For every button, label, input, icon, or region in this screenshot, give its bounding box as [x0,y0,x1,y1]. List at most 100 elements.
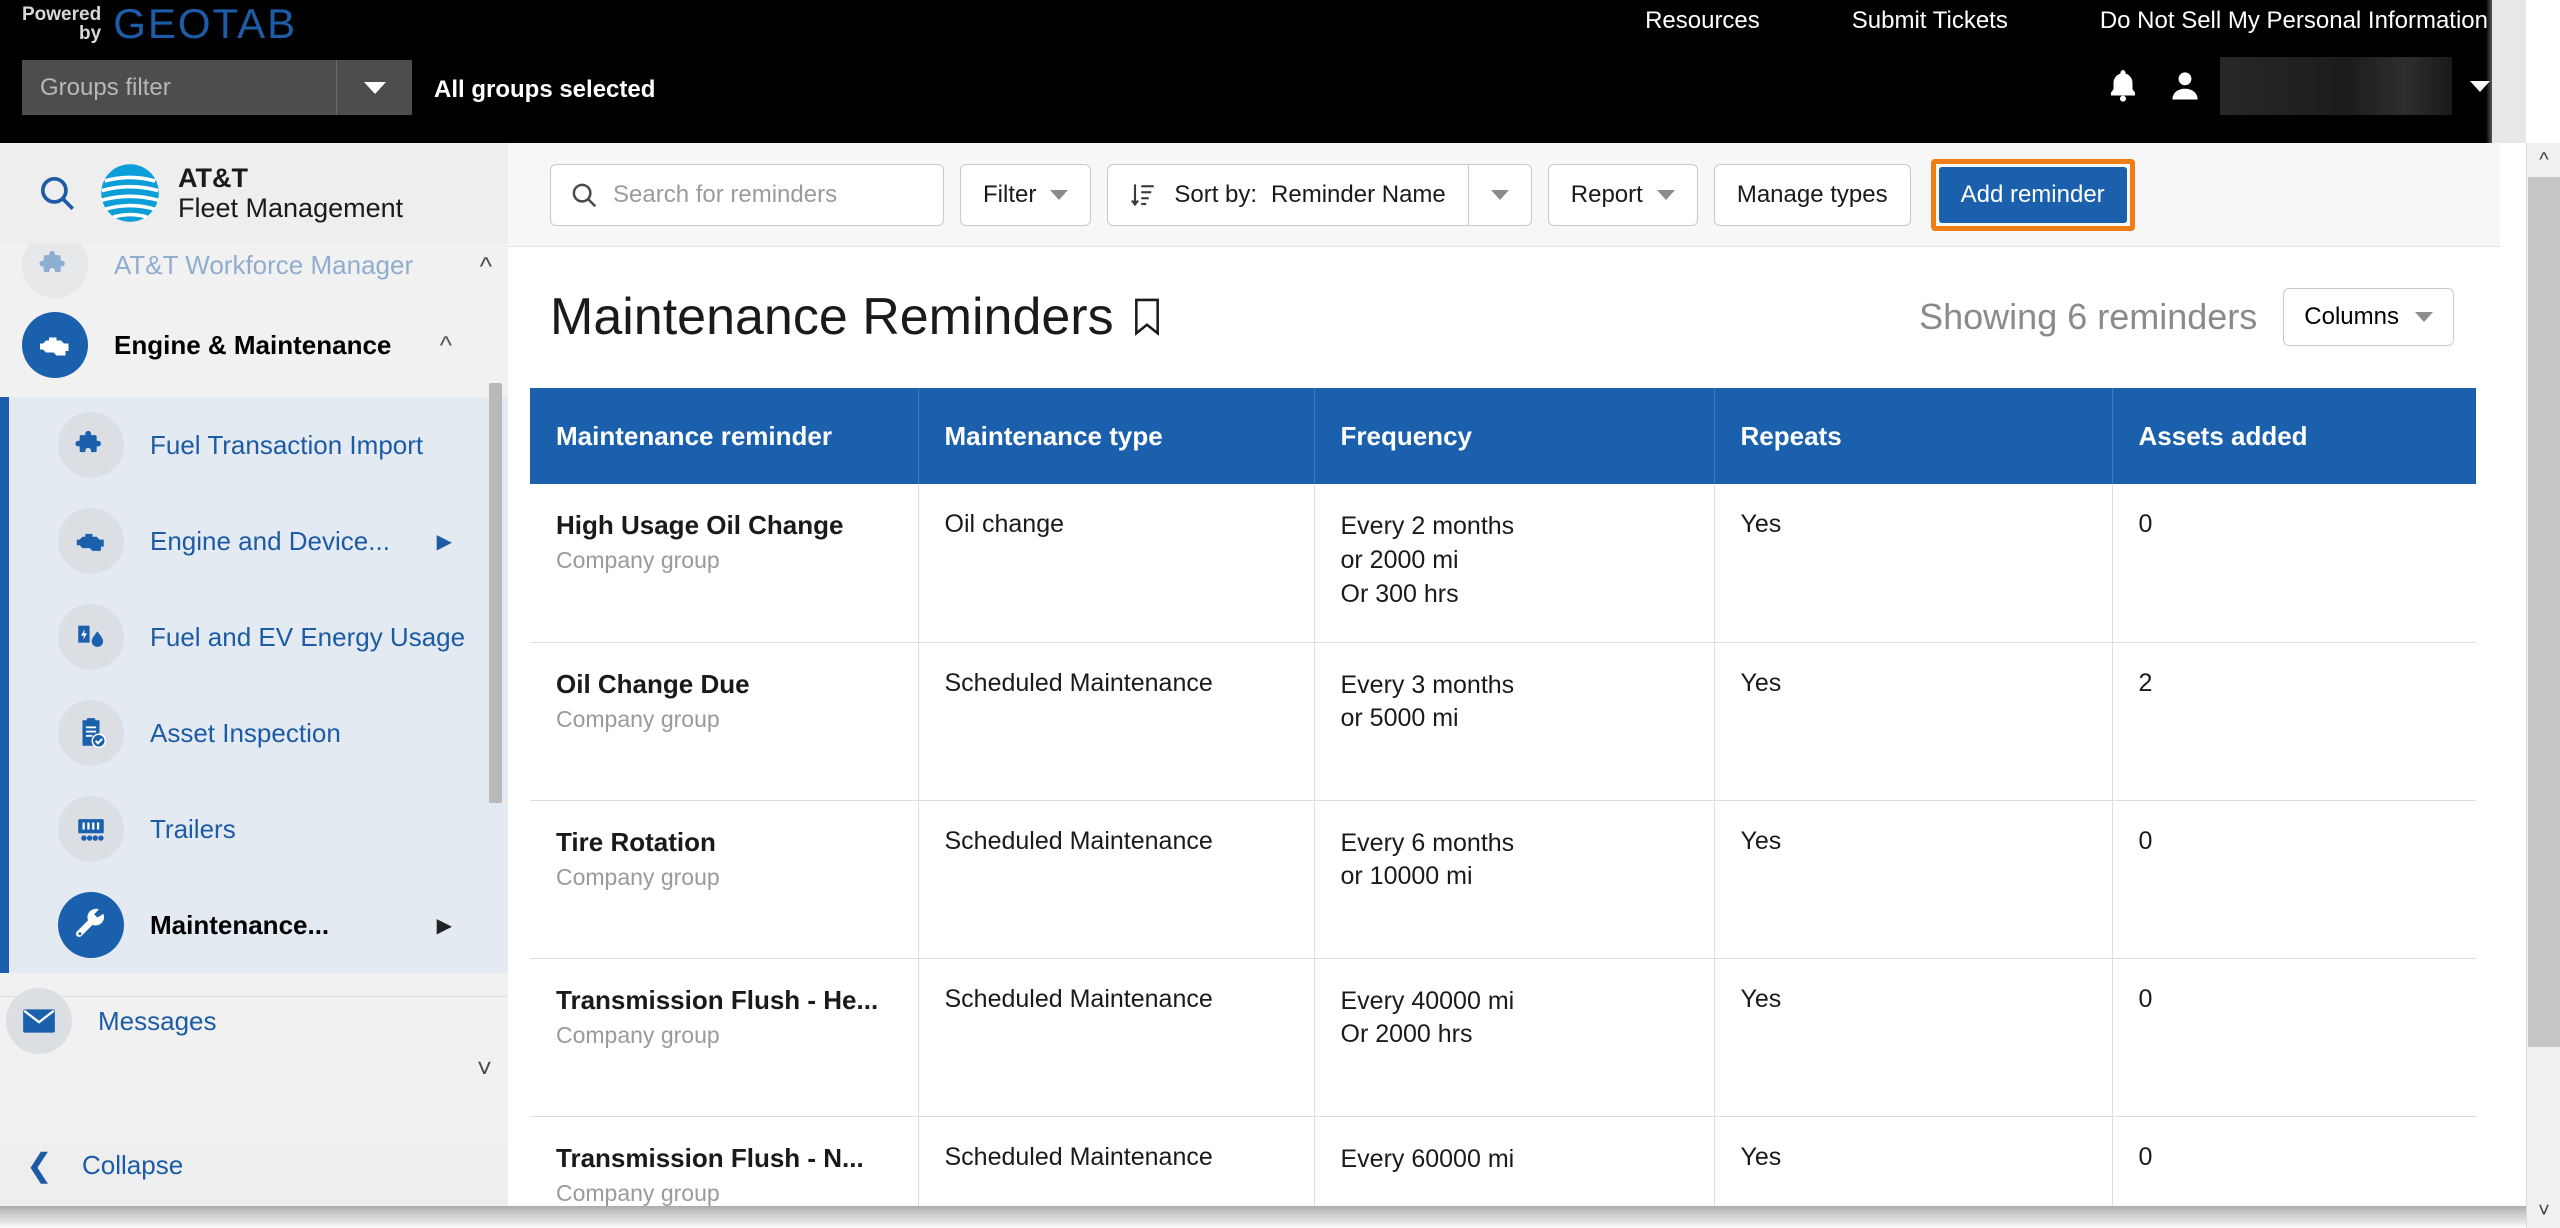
reminders-table: Maintenance reminder Maintenance type Fr… [530,388,2476,1228]
cell-reminder-name[interactable]: Tire Rotation Company group [530,800,919,959]
sort-by-button[interactable]: Sort by: Reminder Name [1107,163,1468,226]
puzzle-piece-icon [75,430,101,453]
att-fleet-management-brand: AT&T Fleet Management [100,163,403,223]
sidebar-item-messages[interactable]: Messages [0,973,508,1069]
frequency-line: Every 2 months [1340,512,1515,540]
puzzle-piece-icon [39,250,65,273]
geotab-logo: GEOTAB [113,0,298,47]
column-header-maintenance-type[interactable]: Maintenance type [918,388,1315,484]
cell-reminder-name[interactable]: Oil Change Due Company group [530,642,919,801]
sort-direction-dropdown[interactable] [1467,163,1532,226]
engine-icon [76,533,104,551]
scroll-up-button[interactable]: ^ [2527,143,2560,177]
header-edge-shadow [2486,0,2492,143]
search-icon [572,183,597,207]
bookmark-icon[interactable] [1130,297,1164,337]
sidebar-collapse-button[interactable]: ❮ Collapse [0,1128,508,1202]
frequency-line: Every 3 months [1340,670,1515,699]
table-row[interactable]: Oil Change Due Company group Scheduled Mai… [530,642,2476,801]
sidebar-item-engine-and-device[interactable]: Engine and Device... ▶ [0,493,508,589]
showing-count-label: Showing 6 reminders [1919,296,2258,337]
envelope-icon [23,1009,55,1033]
column-header-assets-added[interactable]: Assets added [2112,388,2476,484]
table-header-row: Maintenance reminder Maintenance type Fr… [530,388,2476,484]
cell-frequency: Every 40000 mi Or 2000 hrs [1314,958,1715,1117]
sidebar-item-att-workforce-manager[interactable]: AT&T Workforce Manager [0,243,508,298]
column-header-maintenance-reminder[interactable]: Maintenance reminder [530,388,919,484]
sidebar-scrollbar-thumb[interactable] [489,383,502,803]
sidebar-scrollbar[interactable] [489,283,502,1043]
groups-filter-caret[interactable] [336,60,412,115]
cell-reminder-name[interactable]: High Usage Oil Change Company group [530,484,919,643]
chevron-right-icon[interactable]: ▶ [437,913,452,938]
user-name-redacted[interactable] [2220,57,2452,115]
sidebar-item-trailers[interactable]: Trailers [0,781,508,877]
header-link-resources[interactable]: Resources [1599,7,1806,35]
sidebar-nav-list[interactable]: AT&T Workforce Manager Engine & Maintena… [0,243,508,1143]
header-account-area [2092,57,2496,115]
cell-frequency: Every 3 months or 5000 mi [1314,642,1715,801]
user-account-button[interactable] [2154,66,2216,106]
filter-label: Filter [983,180,1037,208]
columns-button[interactable]: Columns [2283,288,2454,346]
main-content: Search for reminders Filter Sort by: Rem… [508,143,2500,1228]
column-header-frequency[interactable]: Frequency [1314,388,1715,484]
header-link-do-not-sell[interactable]: Do Not Sell My Personal Information [2054,7,2488,35]
chevron-left-icon: ❮ [26,1147,53,1183]
table-row[interactable]: Tire Rotation Company group Scheduled Main… [530,800,2476,959]
cell-assets-added: 2 [2112,642,2476,801]
sidebar-item-maintenance[interactable]: Maintenance... ▶ [0,877,508,973]
manage-types-button[interactable]: Manage types [1713,163,1911,226]
sidebar-group-engine-and-maintenance[interactable]: Engine & Maintenance ^ [0,293,508,397]
sidebar-item-label: Asset Inspection [150,717,341,748]
header-link-submit-tickets[interactable]: Submit Tickets [1806,7,2054,35]
notifications-button[interactable] [2092,66,2154,106]
cell-reminder-name[interactable]: Transmission Flush - He... Company group [530,958,919,1117]
scroll-down-button[interactable]: ˅ [2527,1194,2560,1228]
search-reminders-box[interactable]: Search for reminders [550,163,944,226]
chevron-up-icon[interactable]: ^ [440,330,452,361]
chevron-right-icon[interactable]: ▶ [437,529,452,554]
sort-ascending-icon [1131,183,1155,206]
caret-down-icon [363,81,386,94]
reminder-group: Company group [556,547,720,573]
report-button[interactable]: Report [1547,163,1698,226]
sidebar-item-label: Maintenance... [150,909,330,940]
sidebar-search-button[interactable] [14,172,100,214]
caret-down-icon [1050,189,1069,200]
att-globe-icon [101,164,159,222]
sidebar-group-label: Engine & Maintenance [114,329,392,360]
page-vertical-scrollbar[interactable]: ^ ˅ [2526,143,2560,1228]
left-sidebar: AT&T Fleet Management AT&T Workforce Man… [0,143,508,1228]
search-input[interactable]: Search for reminders [613,181,837,209]
sidebar-item-asset-inspection[interactable]: Asset Inspection [0,685,508,781]
filter-button[interactable]: Filter [960,163,1092,226]
fuel-ev-icon [78,625,104,647]
table-body: High Usage Oil Change Company group Oil ch… [530,484,2476,1228]
sidebar-scroll-down-icon[interactable]: ˅ [477,1053,492,1084]
cell-maintenance-type: Scheduled Maintenance [918,800,1315,959]
caret-down-icon [1656,189,1675,200]
fuel-ev-icon-wrap [58,604,124,670]
wrench-icon [75,908,105,937]
frequency-line: or 2000 mi [1340,545,1459,574]
vertical-scrollbar-thumb[interactable] [2528,177,2560,1047]
groups-filter-dropdown[interactable]: Groups filter [22,60,412,115]
page-title: Maintenance Reminders [550,288,1114,346]
clipboard-check-icon-wrap [58,700,124,766]
table-row[interactable]: Transmission Flush - He... Company group S… [530,958,2476,1117]
sidebar-scroll-up-icon[interactable]: ^ [480,251,492,282]
sidebar-item-fuel-and-ev-energy-usage[interactable]: Fuel and EV Energy Usage [0,589,508,685]
page-horizontal-scrollbar[interactable] [0,1206,2526,1228]
column-header-repeats[interactable]: Repeats [1714,388,2113,484]
table-row[interactable]: High Usage Oil Change Company group Oil ch… [530,484,2476,643]
frequency-line: or 5000 mi [1340,704,1459,733]
cell-frequency: Every 6 months or 10000 mi [1314,800,1715,959]
puzzle-piece-icon-wrap [58,412,124,478]
powered-by-label: Powered by [22,4,102,44]
engine-icon-wrap [22,312,88,378]
add-reminder-button[interactable]: Add reminder [1938,166,2127,223]
cell-maintenance-type: Scheduled Maintenance [918,958,1315,1117]
sidebar-item-fuel-transaction-import[interactable]: Fuel Transaction Import [0,397,508,493]
reminders-table-wrapper[interactable]: Maintenance reminder Maintenance type Fr… [530,388,2476,1228]
